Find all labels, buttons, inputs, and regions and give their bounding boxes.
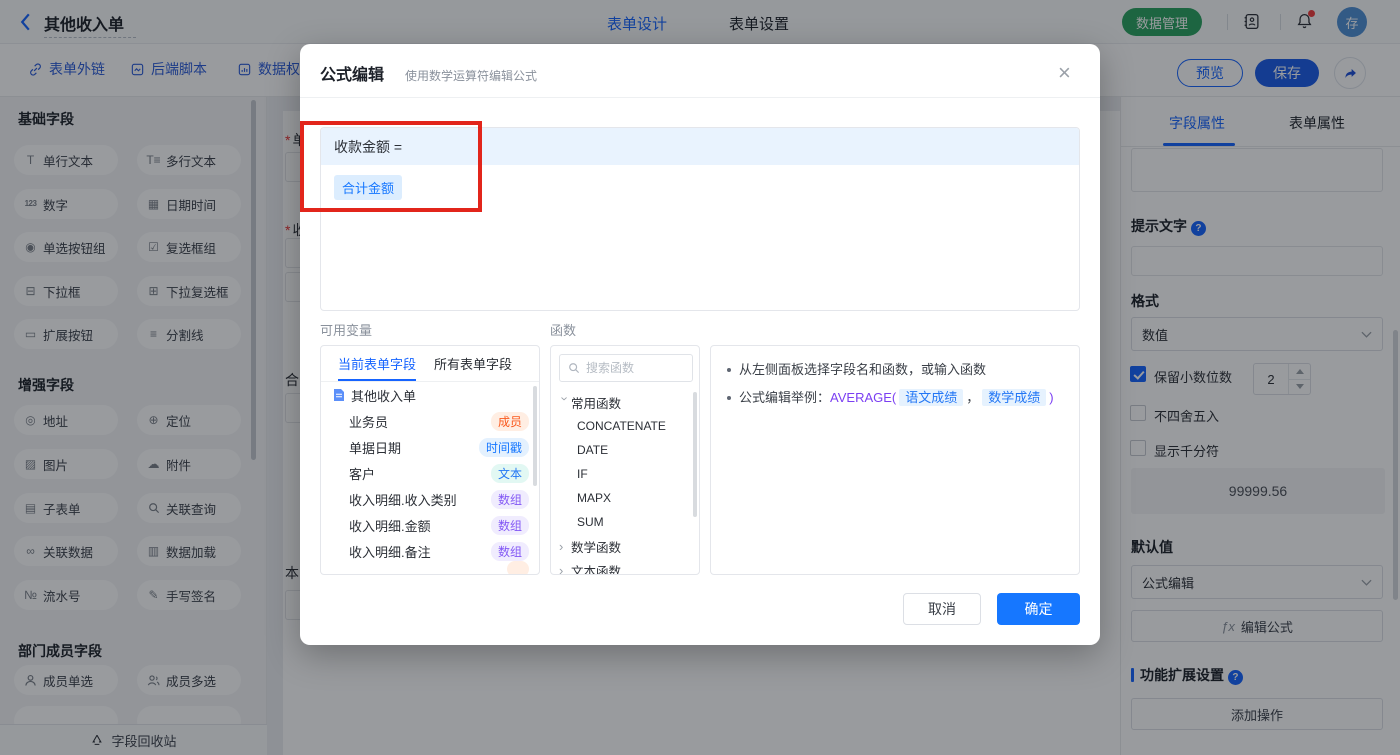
function-group-math[interactable]: › 数学函数 [551, 534, 699, 558]
search-icon [569, 363, 580, 374]
modal-header-divider [300, 97, 1100, 98]
type-badge-partial [507, 561, 529, 574]
example-function-name: AVERAGE( [830, 390, 897, 405]
functions-panel: ›常用函数 CONCATENATE DATE IF MAPX SUM ›数学函数… [550, 345, 700, 575]
function-item[interactable]: CONCATENATE [551, 414, 699, 438]
type-badge: 数组 [490, 541, 529, 561]
type-badge: 数组 [490, 489, 529, 509]
form-designer-app: 其他收入单 表单设计 表单设置 数据管理 存 表单外链 后端脚本 数据权 预览 … [0, 0, 1400, 755]
variables-scrollbar[interactable] [533, 386, 537, 486]
tree-root-row[interactable]: 其他收入单 [321, 382, 539, 408]
type-badge: 数组 [490, 515, 529, 535]
formula-edit-modal: 公式编辑 使用数学运算符编辑公式 × 收款金额 = 合计金额 可用变量 函数 当… [300, 44, 1100, 645]
tab-current-form-fields[interactable]: 当前表单字段 [338, 346, 417, 381]
variable-row-partial[interactable] [321, 561, 539, 574]
chevron-collapsed-icon: › [559, 562, 564, 575]
functions-label: 函数 [550, 323, 577, 338]
function-search[interactable] [559, 354, 693, 382]
variables-label: 可用变量 [320, 323, 373, 338]
function-item[interactable]: MAPX [551, 486, 699, 510]
function-item[interactable]: DATE [551, 438, 699, 462]
example-field-tag: 语文成绩 [899, 389, 964, 406]
variable-row[interactable]: 收入明细.收入类别 数组 [321, 486, 539, 512]
variable-row[interactable]: 客户 文本 [321, 460, 539, 486]
functions-scrollbar[interactable] [693, 392, 697, 517]
close-icon[interactable]: × [1058, 62, 1071, 84]
type-badge: 成员 [490, 411, 529, 431]
type-badge: 时间戳 [478, 437, 529, 457]
confirm-button[interactable]: 确定 [997, 593, 1080, 625]
example-field-tag: 数学成绩 [982, 389, 1047, 406]
form-file-icon [334, 389, 344, 401]
formula-target: 收款金额 = [321, 128, 1079, 165]
cancel-button[interactable]: 取消 [903, 593, 981, 625]
variable-row[interactable]: 收入明细.金额 数组 [321, 512, 539, 538]
function-item[interactable]: IF [551, 462, 699, 486]
formula-help-panel: 从左侧面板选择字段名和函数，或输入函数 公式编辑举例：AVERAGE(语文成绩，… [710, 345, 1080, 575]
function-search-input[interactable] [586, 361, 672, 375]
tab-all-form-fields[interactable]: 所有表单字段 [434, 346, 512, 381]
help-tip-1: 从左侧面板选择字段名和函数，或输入函数 [727, 360, 1063, 380]
type-badge: 文本 [490, 463, 529, 483]
modal-title: 公式编辑 [320, 67, 385, 84]
variable-row[interactable]: 业务员 成员 [321, 408, 539, 434]
formula-editor[interactable]: 收款金额 = 合计金额 [320, 127, 1080, 311]
formula-token[interactable]: 合计金额 [334, 175, 403, 200]
modal-subtitle: 使用数学运算符编辑公式 [405, 69, 538, 83]
variable-row[interactable]: 收入明细.备注 数组 [321, 538, 539, 564]
chevron-expanded-icon: › [557, 396, 573, 401]
function-item[interactable]: SUM [551, 510, 699, 534]
variables-panel: 当前表单字段 所有表单字段 其他收入单 业务员 成员 单据日期 时间戳 客户 文本 收… [320, 345, 540, 575]
help-tip-2: 公式编辑举例：AVERAGE(语文成绩，数学成绩) [727, 388, 1063, 408]
chevron-collapsed-icon: › [559, 538, 564, 554]
function-group-text[interactable]: › 文本函数 [551, 558, 699, 575]
variable-row[interactable]: 单据日期 时间戳 [321, 434, 539, 460]
function-group-common[interactable]: › 常用函数 [551, 390, 699, 414]
